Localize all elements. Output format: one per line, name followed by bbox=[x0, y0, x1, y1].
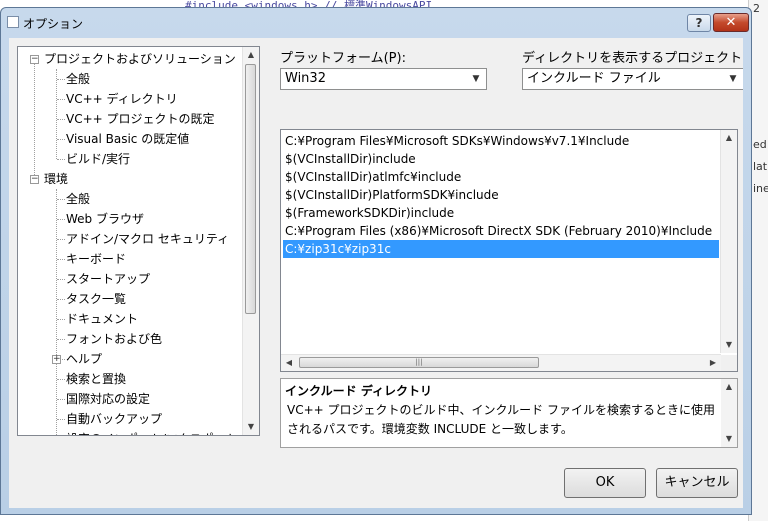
ok-button[interactable]: OK bbox=[564, 468, 646, 498]
directory-label: ディレクトリを表示するプロジェクト(S bbox=[522, 51, 743, 66]
list-item[interactable]: $(VCInstallDir)atlmfc¥include bbox=[283, 168, 719, 186]
tree-guide-line bbox=[57, 99, 65, 100]
scroll-thumb[interactable]: ||| bbox=[299, 357, 539, 368]
tree-item[interactable]: ビルド/実行 bbox=[66, 149, 130, 169]
collapse-icon[interactable]: − bbox=[30, 55, 39, 64]
tree-guide-line bbox=[57, 199, 65, 200]
tree-item[interactable]: キーボード bbox=[66, 249, 126, 269]
directory-value: インクルード ファイル bbox=[527, 71, 661, 86]
list-item[interactable]: $(FrameworkSDKDir)include bbox=[283, 204, 719, 222]
tree-guide-line bbox=[57, 339, 65, 340]
description-text: VC++ プロジェクトのビルド中、インクルード ファイルを検索するときに使用され… bbox=[287, 403, 715, 436]
tree-item[interactable]: スタートアップ bbox=[66, 269, 150, 289]
tree-guide-line bbox=[57, 299, 65, 300]
tree-item[interactable]: プロジェクトおよびソリューション bbox=[44, 49, 236, 69]
tree-item[interactable]: 自動バックアップ bbox=[66, 409, 162, 429]
tree-guide-line bbox=[57, 239, 65, 240]
tree-guide-line bbox=[57, 279, 65, 280]
tree-guide-line bbox=[57, 139, 65, 140]
window-icon bbox=[7, 16, 19, 28]
platform-label: プラットフォーム(P): bbox=[280, 51, 406, 66]
tree-guide-line bbox=[57, 79, 65, 80]
list-item[interactable]: C:¥Program Files (x86)¥Microsoft DirectX… bbox=[283, 222, 719, 240]
description-title: インクルード ディレクトリ bbox=[285, 384, 432, 398]
tree-item[interactable]: Visual Basic の既定値 bbox=[66, 129, 189, 149]
background-char: 2 bbox=[753, 2, 760, 15]
background-char: ine bbox=[753, 182, 768, 195]
scroll-down-arrow-icon[interactable]: ▼ bbox=[721, 431, 737, 447]
scroll-right-arrow-icon[interactable]: ▶ bbox=[705, 355, 721, 371]
background-char: lat bbox=[753, 160, 768, 173]
tree-item[interactable]: ドキュメント bbox=[66, 309, 138, 329]
scroll-up-arrow-icon[interactable]: ▲ bbox=[721, 130, 737, 146]
directory-list[interactable]: C:¥Program Files¥Microsoft SDKs¥Windows¥… bbox=[280, 129, 738, 372]
options-dialog: オプション ? ✕ − プロジェクトおよびソリューション 全般 VC++ ディレクトリ… bbox=[0, 7, 752, 515]
tree-guide-line bbox=[57, 399, 65, 400]
list-item[interactable]: C:¥zip31c¥zip31c bbox=[283, 240, 719, 258]
list-item[interactable]: $(VCInstallDir)PlatformSDK¥include bbox=[283, 186, 719, 204]
list-vertical-scrollbar[interactable]: ▲ ▼ bbox=[720, 130, 737, 353]
tree-item[interactable]: ヘルプ bbox=[66, 349, 102, 369]
tree-guide-line bbox=[57, 379, 65, 380]
chevron-down-icon[interactable]: ▼ bbox=[726, 69, 740, 89]
tree-item[interactable]: VC++ ディレクトリ bbox=[66, 89, 178, 109]
help-button[interactable]: ? bbox=[687, 14, 711, 32]
list-item[interactable]: C:¥Program Files¥Microsoft SDKs¥Windows¥… bbox=[283, 132, 719, 150]
list-horizontal-scrollbar[interactable]: ◀ ||| ▶ bbox=[281, 354, 721, 371]
tree-guide-line bbox=[57, 219, 65, 220]
scroll-down-arrow-icon[interactable]: ▼ bbox=[721, 337, 737, 353]
background-char: ed bbox=[753, 138, 767, 151]
cancel-button[interactable]: キャンセル bbox=[656, 468, 738, 498]
tree-guide-line bbox=[57, 259, 65, 260]
chevron-down-icon[interactable]: ▼ bbox=[469, 69, 483, 89]
tree-item[interactable]: 検索と置換 bbox=[66, 369, 126, 389]
tree-item[interactable]: 全般 bbox=[66, 69, 90, 89]
scroll-left-arrow-icon[interactable]: ◀ bbox=[281, 355, 297, 371]
tree-item[interactable]: VC++ プロジェクトの既定 bbox=[66, 109, 215, 129]
description-scrollbar[interactable]: ▲ ▼ bbox=[721, 379, 737, 447]
tree-item[interactable]: フォントおよび色 bbox=[66, 329, 162, 349]
directory-combo[interactable]: インクルード ファイル ▼ bbox=[522, 68, 743, 90]
expand-icon[interactable]: + bbox=[52, 355, 61, 364]
scroll-up-arrow-icon[interactable]: ▲ bbox=[721, 379, 737, 395]
options-tree[interactable]: − プロジェクトおよびソリューション 全般 VC++ ディレクトリ VC++ プロジェク… bbox=[17, 46, 260, 436]
platform-combo[interactable]: Win32 ▼ bbox=[280, 68, 487, 90]
close-button[interactable]: ✕ bbox=[713, 13, 749, 32]
tree-item[interactable]: 全般 bbox=[66, 189, 90, 209]
tree-item[interactable]: 国際対応の設定 bbox=[66, 389, 150, 409]
tree-vertical-scrollbar[interactable]: ▲ ▼ bbox=[242, 47, 259, 435]
scroll-thumb[interactable] bbox=[245, 64, 256, 314]
description-panel: インクルード ディレクトリ VC++ プロジェクトのビルド中、インクルード ファ… bbox=[280, 378, 738, 448]
tree-item[interactable]: Web ブラウザ bbox=[66, 209, 144, 229]
tree-item[interactable]: アドイン/マクロ セキュリティ bbox=[66, 229, 229, 249]
collapse-icon[interactable]: − bbox=[30, 175, 39, 184]
platform-value: Win32 bbox=[285, 71, 326, 86]
dialog-client-area: − プロジェクトおよびソリューション 全般 VC++ ディレクトリ VC++ プロジェク… bbox=[9, 38, 743, 508]
tree-item[interactable]: 環境 bbox=[44, 169, 68, 189]
tree-guide-line bbox=[34, 59, 35, 179]
scroll-up-arrow-icon[interactable]: ▲ bbox=[243, 47, 259, 63]
title-bar[interactable]: オプション ? ✕ bbox=[1, 8, 751, 36]
tree-item[interactable]: タスク一覧 bbox=[66, 289, 126, 309]
tree-item[interactable]: 設定のインポート/エクスポート bbox=[66, 429, 238, 435]
tree-guide-line bbox=[57, 159, 65, 160]
tree-guide-line bbox=[57, 419, 65, 420]
tree-guide-line bbox=[56, 69, 57, 159]
tree-guide-line bbox=[57, 119, 65, 120]
dialog-title: オプション bbox=[23, 17, 84, 31]
tree-guide-line bbox=[57, 319, 65, 320]
scrollbar-corner bbox=[721, 355, 737, 371]
list-item[interactable]: $(VCInstallDir)include bbox=[283, 150, 719, 168]
scroll-down-arrow-icon[interactable]: ▼ bbox=[243, 419, 259, 435]
